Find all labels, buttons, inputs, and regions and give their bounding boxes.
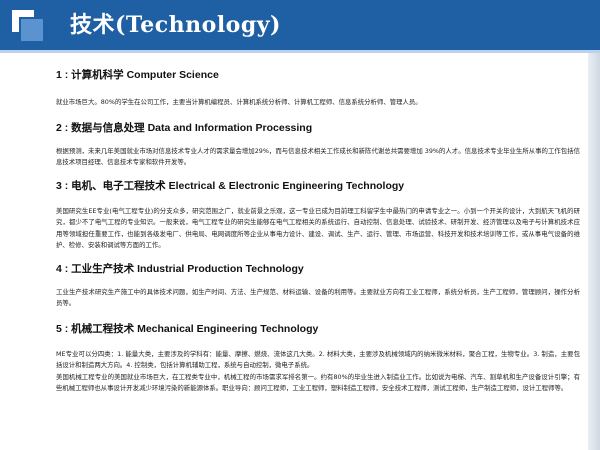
section-paragraph: 工业生产技术研究生产施工中的具体技术问题，如生产时间、方法、生产规范、材料运输、…	[56, 287, 580, 308]
header-band: 技术(Technology)	[0, 0, 600, 50]
section-body: ME专业可以分四类：1. 能量大类，主要涉及的学科有：能量、摩擦、燃烧、流体这几…	[56, 349, 580, 395]
section-industrial-production: 4 : 工业生产技术 Industrial Production Technol…	[56, 262, 580, 310]
section-computer-science: 1 : 计算机科学 Computer Science 就业市场巨大。80%的学生…	[56, 68, 580, 109]
section-title: 4 : 工业生产技术 Industrial Production Technol…	[56, 262, 304, 275]
section-body: 工业生产技术研究生产施工中的具体技术问题，如生产时间、方法、生产规范、材料运输、…	[56, 287, 580, 310]
page-title: 技术(Technology)	[70, 12, 281, 38]
section-title: 5 : 机械工程技术 Mechanical Engineering Techno…	[56, 322, 319, 335]
content-area: 1 : 计算机科学 Computer Science 就业市场巨大。80%的学生…	[56, 68, 580, 395]
section-mechanical-engineering: 5 : 机械工程技术 Mechanical Engineering Techno…	[56, 322, 580, 395]
section-title: 2 : 数据与信息处理 Data and Information Process…	[56, 121, 313, 134]
section-paragraph: 美国研究生EE专业(电气工程专业)的分支众多，研究范围之广，就业前景之乐观，这一…	[56, 206, 580, 250]
section-paragraph: 美国机械工程专业的美国就业市场巨大，在工程类专业中，机械工程的市场需求军排名第一…	[56, 372, 580, 393]
side-decoration	[588, 53, 600, 450]
section-electrical-engineering: 3 : 电机、电子工程技术 Electrical & Electronic En…	[56, 179, 580, 252]
slide: 技术(Technology) 1 : 计算机科学 Computer Scienc…	[0, 0, 600, 450]
section-body: 美国研究生EE专业(电气工程专业)的分支众多，研究范围之广，就业前景之乐观，这一…	[56, 206, 580, 252]
section-data-processing: 2 : 数据与信息处理 Data and Information Process…	[56, 121, 580, 169]
section-body: 根据预测，未来几年美国就业市场对信息技术专业人才的需求量会增加29%，而与信息技…	[56, 146, 580, 169]
section-body: 就业市场巨大。80%的学生在公司工作，主要当计算机编程员、计算机系统分析师、计算…	[56, 97, 580, 109]
section-title: 1 : 计算机科学 Computer Science	[56, 69, 219, 81]
header-divider	[0, 50, 600, 53]
section-paragraph: 根据预测，未来几年美国就业市场对信息技术专业人才的需求量会增加29%，而与信息技…	[56, 146, 580, 167]
section-title: 3 : 电机、电子工程技术 Electrical & Electronic En…	[56, 179, 405, 192]
section-paragraph: ME专业可以分四类：1. 能量大类，主要涉及的学科有：能量、摩擦、燃烧、流体这几…	[56, 349, 580, 370]
squares-logo-icon	[12, 10, 46, 43]
section-paragraph: 就业市场巨大。80%的学生在公司工作，主要当计算机编程员、计算机系统分析师、计算…	[56, 98, 422, 106]
